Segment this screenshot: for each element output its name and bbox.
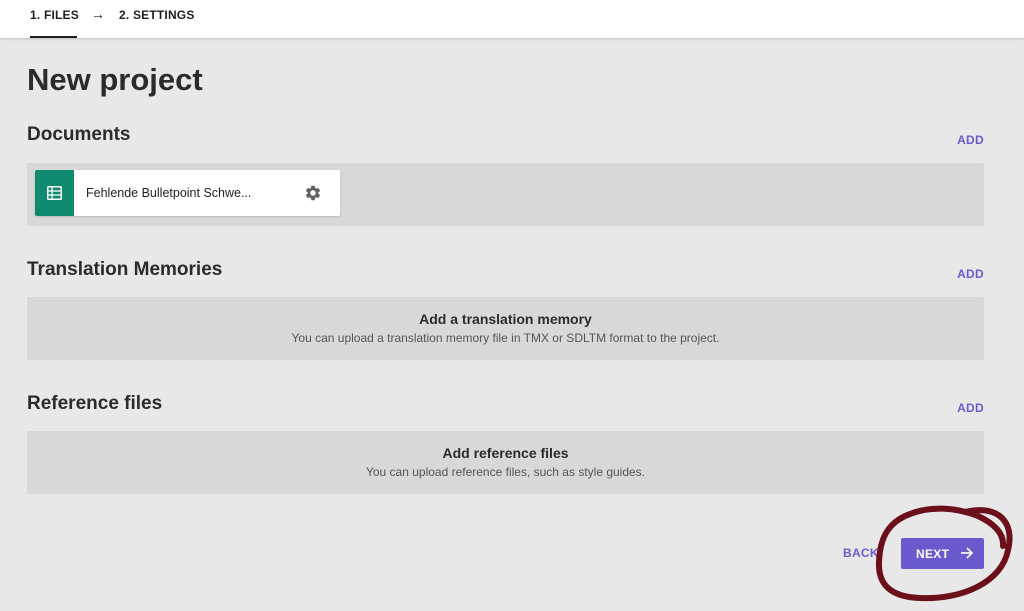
step-files[interactable]: 1. FILES (30, 8, 79, 22)
add-document-button[interactable]: ADD (957, 133, 984, 147)
ref-empty-subtitle: You can upload reference files, such as … (365, 465, 646, 479)
ref-empty-title: Add reference files (442, 445, 569, 461)
reference-files-dropzone[interactable]: Add reference files You can upload refer… (27, 431, 984, 494)
active-step-underline (30, 36, 77, 38)
next-button[interactable]: NEXT (901, 538, 984, 569)
document-name: Fehlende Bulletpoint Schwe... (86, 186, 252, 200)
next-button-label: NEXT (916, 547, 950, 561)
arrow-right-icon (960, 546, 974, 565)
add-reference-file-button[interactable]: ADD (957, 401, 984, 415)
document-card[interactable]: Fehlende Bulletpoint Schwe... (35, 170, 340, 216)
gear-icon[interactable] (304, 184, 322, 207)
tm-empty-subtitle: You can upload a translation memory file… (291, 331, 720, 345)
step-arrow-icon: → (91, 6, 105, 22)
translation-memory-dropzone[interactable]: Add a translation memory You can upload … (27, 297, 984, 360)
step-settings[interactable]: 2. SETTINGS (119, 8, 195, 22)
add-translation-memory-button[interactable]: ADD (957, 267, 984, 281)
documents-panel: Fehlende Bulletpoint Schwe... (27, 163, 984, 226)
page-title: New project (27, 62, 203, 97)
reference-files-title: Reference files (27, 393, 163, 414)
spreadsheet-icon (35, 170, 74, 216)
back-button[interactable]: BACK (843, 546, 879, 560)
translation-memories-title: Translation Memories (27, 259, 223, 280)
stepper-bar: 1. FILES → 2. SETTINGS (0, 0, 1024, 38)
documents-title: Documents (27, 124, 131, 145)
tm-empty-title: Add a translation memory (419, 311, 592, 327)
